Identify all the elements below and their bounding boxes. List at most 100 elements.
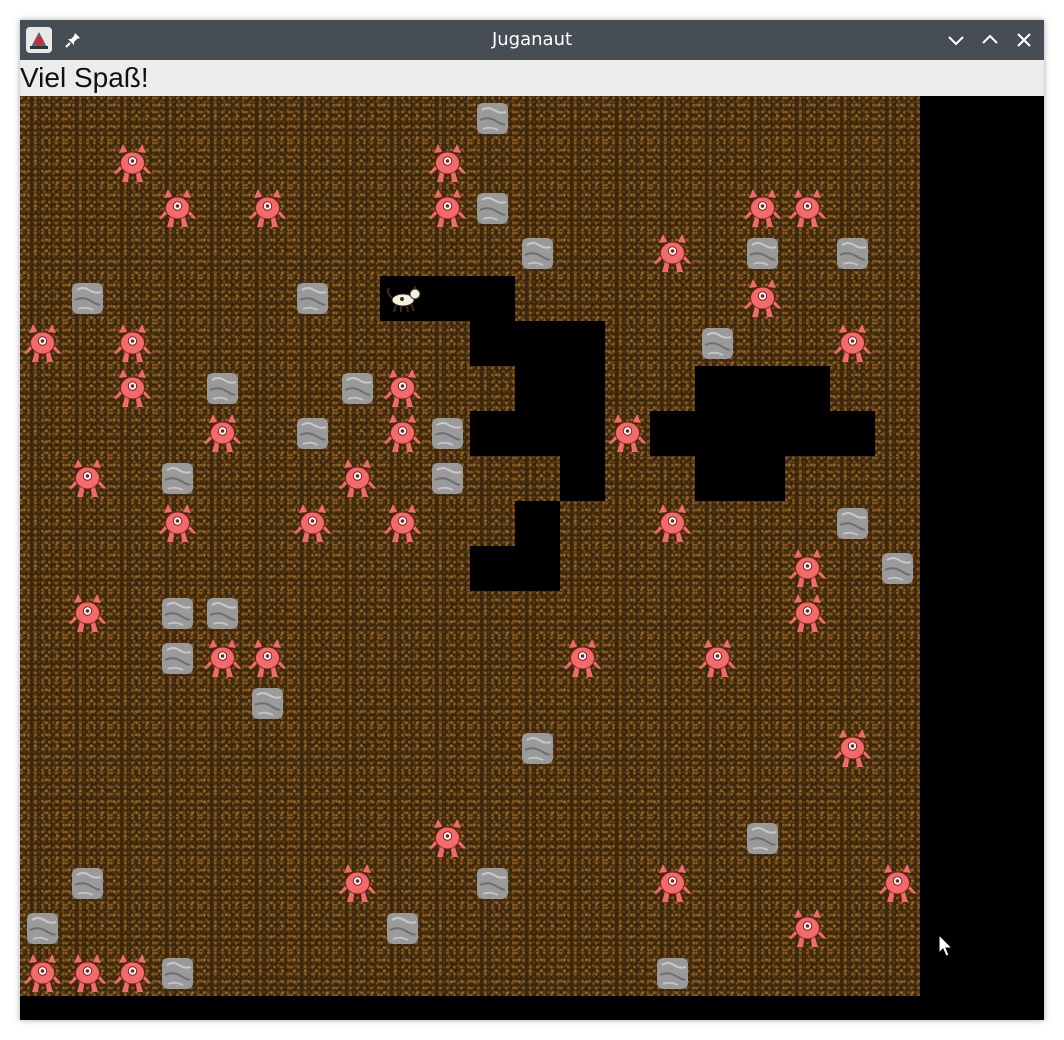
- dirt-tile: [335, 906, 380, 951]
- dirt-tile: [560, 681, 605, 726]
- dirt-tile: [785, 681, 830, 726]
- dirt-tile: [515, 141, 560, 186]
- rock-icon: [162, 958, 193, 989]
- minimize-button[interactable]: [946, 30, 966, 50]
- monster-icon: [789, 909, 826, 947]
- dirt-tile: [155, 861, 200, 906]
- dirt-tile: [785, 861, 830, 906]
- dirt-tile: [245, 96, 290, 141]
- close-icon: [1017, 33, 1031, 47]
- dirt-tile: [245, 321, 290, 366]
- monster-tile: [785, 186, 830, 231]
- rock-tile: [200, 591, 245, 636]
- close-button[interactable]: [1014, 30, 1034, 50]
- dirt-tile: [380, 141, 425, 186]
- dirt-tile: [515, 96, 560, 141]
- dirt-tile: [650, 591, 695, 636]
- dirt-tile: [740, 726, 785, 771]
- dirt-tile: [380, 816, 425, 861]
- dirt-tile: [740, 681, 785, 726]
- dirt-tile: [605, 96, 650, 141]
- monster-tile: [200, 636, 245, 681]
- dirt-tile: [740, 546, 785, 591]
- empty-tile: [650, 411, 695, 456]
- dirt-tile: [200, 906, 245, 951]
- dirt-tile: [650, 186, 695, 231]
- maximize-button[interactable]: [980, 30, 1000, 50]
- dirt-tile: [470, 366, 515, 411]
- dirt-tile: [200, 771, 245, 816]
- dirt-tile: [20, 771, 65, 816]
- game-board[interactable]: [20, 96, 1044, 1020]
- monster-icon: [339, 459, 376, 497]
- dirt-tile: [785, 96, 830, 141]
- dirt-tile: [695, 186, 740, 231]
- monster-tile: [380, 366, 425, 411]
- monster-icon: [249, 189, 286, 227]
- dirt-tile: [560, 726, 605, 771]
- dirt-tile: [605, 456, 650, 501]
- dirt-tile: [605, 186, 650, 231]
- dirt-tile: [245, 591, 290, 636]
- dirt-tile: [695, 591, 740, 636]
- dirt-tile: [785, 321, 830, 366]
- dirt-tile: [380, 636, 425, 681]
- dirt-tile: [875, 411, 920, 456]
- monster-icon: [249, 639, 286, 677]
- dirt-tile: [650, 276, 695, 321]
- monster-icon: [699, 639, 736, 677]
- dirt-tile: [155, 906, 200, 951]
- monster-tile: [200, 411, 245, 456]
- dirt-tile: [20, 141, 65, 186]
- dirt-tile: [560, 906, 605, 951]
- dirt-tile: [515, 276, 560, 321]
- dirt-tile: [515, 636, 560, 681]
- monster-icon: [789, 189, 826, 227]
- dirt-tile: [380, 231, 425, 276]
- monster-tile: [335, 456, 380, 501]
- dirt-tile: [830, 636, 875, 681]
- dirt-tile: [245, 771, 290, 816]
- dirt-tile: [830, 771, 875, 816]
- dirt-tile: [515, 771, 560, 816]
- tile-grid[interactable]: [20, 96, 920, 996]
- dirt-tile: [830, 951, 875, 996]
- rock-icon: [657, 958, 688, 989]
- dirt-tile: [560, 231, 605, 276]
- dirt-tile: [560, 816, 605, 861]
- title-bar[interactable]: Juganaut: [20, 20, 1044, 60]
- dirt-tile: [65, 231, 110, 276]
- dirt-tile: [605, 726, 650, 771]
- monster-icon: [69, 459, 106, 497]
- dirt-tile: [605, 231, 650, 276]
- empty-tile: [785, 411, 830, 456]
- dirt-tile: [785, 141, 830, 186]
- dirt-tile: [650, 546, 695, 591]
- dirt-tile: [20, 591, 65, 636]
- dirt-tile: [200, 456, 245, 501]
- monster-tile: [425, 816, 470, 861]
- rock-icon: [837, 238, 868, 269]
- dirt-tile: [470, 501, 515, 546]
- monster-icon: [429, 144, 466, 182]
- dirt-tile: [110, 636, 155, 681]
- rock-icon: [432, 463, 463, 494]
- dirt-tile: [470, 591, 515, 636]
- dirt-tile: [380, 726, 425, 771]
- dirt-tile: [335, 501, 380, 546]
- monster-icon: [24, 324, 61, 362]
- dirt-tile: [245, 231, 290, 276]
- dirt-tile: [515, 681, 560, 726]
- dirt-tile: [605, 366, 650, 411]
- empty-tile: [695, 411, 740, 456]
- window-title: Juganaut: [491, 29, 573, 50]
- rock-icon: [207, 598, 238, 629]
- monster-tile: [740, 276, 785, 321]
- dirt-tile: [605, 951, 650, 996]
- dirt-tile: [875, 321, 920, 366]
- dirt-tile: [200, 276, 245, 321]
- dirt-tile: [650, 726, 695, 771]
- dirt-tile: [245, 276, 290, 321]
- dirt-tile: [515, 816, 560, 861]
- dirt-tile: [740, 141, 785, 186]
